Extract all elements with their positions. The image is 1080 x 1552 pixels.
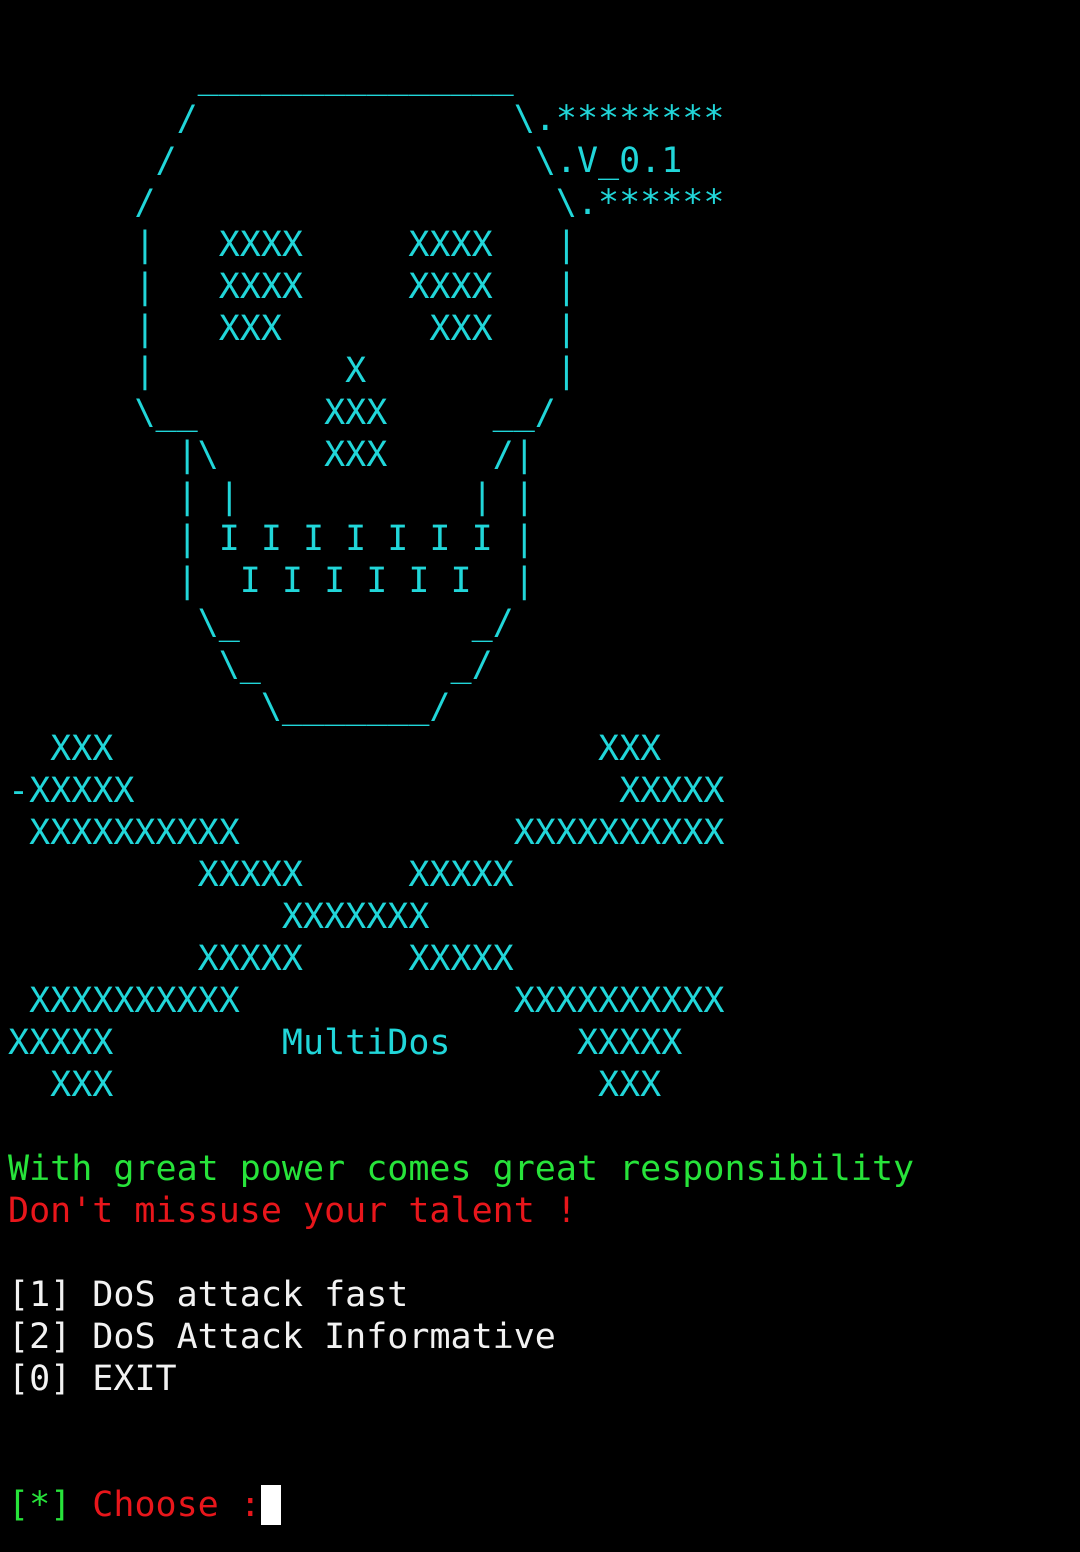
input-prompt[interactable]: [*] Choose : (8, 1484, 1072, 1526)
menu-item-key: [2] (8, 1317, 72, 1357)
ascii-art-line: \__ XXX __/ (8, 393, 556, 433)
menu-item-label: DoS attack fast (92, 1275, 409, 1315)
ascii-art-line: | I I I I I I I | (8, 519, 535, 559)
ascii-art-line: | XXX XXX | (8, 309, 577, 349)
ascii-art-line: \_ _/ (8, 603, 514, 643)
ascii-art-line: XXXXXXXXXX XXXXXXXXXX (8, 813, 725, 853)
ascii-art-line: | | | | (8, 477, 535, 517)
menu-list: [1] DoS attack fast [2] DoS Attack Infor… (8, 1274, 1072, 1400)
ascii-art-line: | X | (8, 351, 577, 391)
menu-item-label: EXIT (92, 1359, 177, 1399)
menu-item-dos-informative[interactable]: [2] DoS Attack Informative (8, 1316, 1072, 1358)
ascii-art-line: | XXXX XXXX | (8, 225, 577, 265)
ascii-art-line: XXXXXXX (8, 897, 430, 937)
ascii-art-line: XXX XXX (8, 729, 662, 769)
ascii-art-line: -XXXXX XXXXX (8, 771, 725, 811)
menu-item-exit[interactable]: [0] EXIT (8, 1358, 1072, 1400)
prompt-label: Choose : (92, 1485, 261, 1525)
prompt-marker: [*] (8, 1485, 72, 1525)
menu-item-key: [1] (8, 1275, 72, 1315)
menu-item-label: DoS Attack Informative (92, 1317, 556, 1357)
ascii-art-line: XXXXX XXXXX (8, 855, 514, 895)
ascii-art-line: _______________ (8, 57, 514, 97)
ascii-art-line: | I I I I I I | (8, 561, 535, 601)
ascii-art-line: \_______/ (8, 687, 451, 727)
ascii-art-line: |\ XXX /| (8, 435, 535, 475)
menu-item-dos-fast[interactable]: [1] DoS attack fast (8, 1274, 1072, 1316)
ascii-art-line: XXX XXX (8, 1065, 662, 1105)
warning-text: Don't missuse your talent ! (8, 1191, 577, 1231)
terminal-screen[interactable]: _______________ / \.******** / \.V_0.1 /… (8, 56, 1072, 1526)
ascii-art-line: XXXXX XXXXX (8, 939, 514, 979)
tagline-text: With great power comes great responsibil… (8, 1149, 915, 1189)
ascii-art-line: / \.****** (8, 183, 725, 223)
ascii-art-line: / \.******** (8, 99, 725, 139)
ascii-art-line: XXXXX MultiDos XXXXX (8, 1023, 683, 1063)
ascii-art-line: \_ _/ (8, 645, 493, 685)
ascii-art-line: / \.V_0.1 (8, 141, 683, 181)
menu-item-key: [0] (8, 1359, 72, 1399)
text-cursor[interactable] (260, 1485, 281, 1525)
ascii-art-line: | XXXX XXXX | (8, 267, 577, 307)
ascii-art-banner: _______________ / \.******** / \.V_0.1 /… (8, 56, 1072, 1106)
ascii-art-line: XXXXXXXXXX XXXXXXXXXX (8, 981, 725, 1021)
